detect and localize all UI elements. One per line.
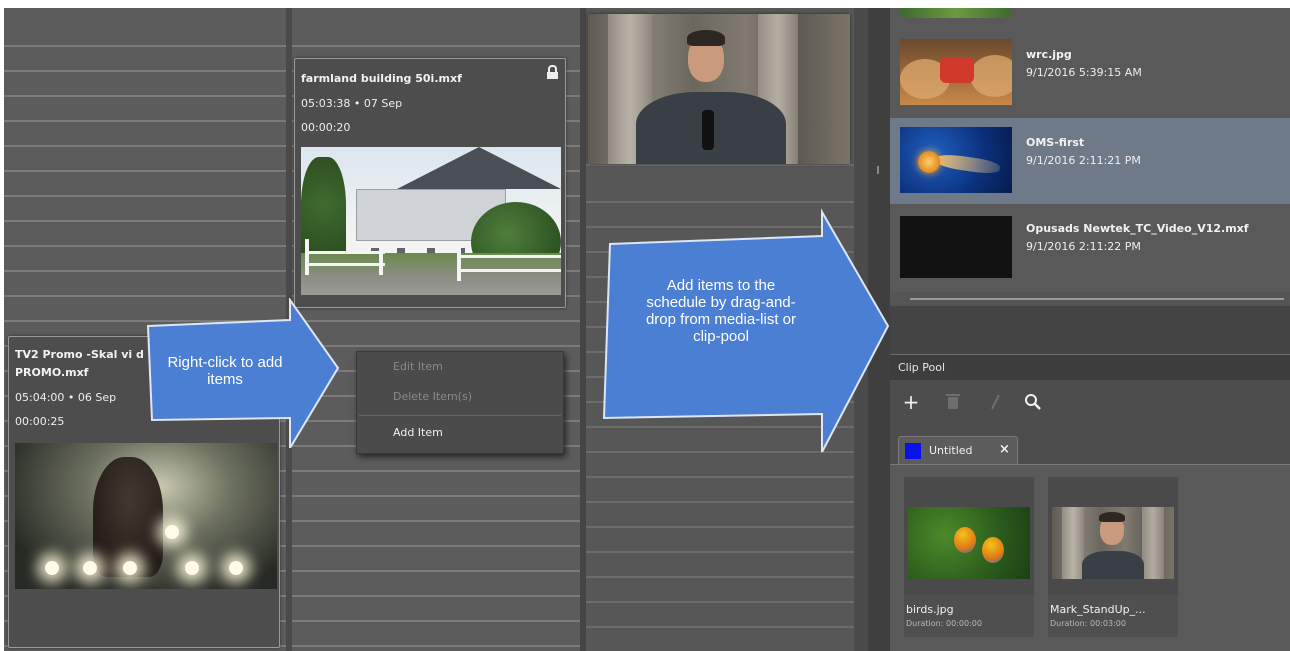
clip-duration: Duration: 00:03:00 [1050, 619, 1126, 628]
clip-thumbnail-frame [1048, 477, 1178, 595]
media-list-scrollbar[interactable] [890, 292, 1290, 306]
clip-name: birds.jpg [906, 603, 954, 616]
clip-thumbnail [908, 507, 1030, 579]
context-menu: Edit Item Delete Item(s) Add Item [356, 351, 564, 454]
farmland-thumbnail [301, 147, 561, 295]
tab-color-swatch [905, 443, 921, 459]
media-thumbnail [900, 127, 1012, 193]
tv2-thumbnail [15, 443, 277, 589]
close-icon[interactable]: × [999, 442, 1010, 457]
media-list: wrc.jpg 9/1/2016 5:39:15 AM OMS-first 9/… [890, 8, 1290, 300]
schedule-clip-farmland[interactable]: farmland building 50i.mxf 05:03:38 • 07 … [294, 58, 566, 308]
clip-pool-item[interactable]: birds.jpg Duration: 00:00:00 [904, 477, 1034, 637]
clip-pool-header: Clip Pool [890, 354, 1290, 380]
callout-text-right-click: Right-click to add items [167, 354, 283, 388]
media-thumbnail [900, 39, 1012, 105]
clip-thumbnail [1052, 507, 1174, 579]
clip-thumbnail-frame [904, 477, 1034, 595]
menu-item-edit-item[interactable]: Edit Item [357, 352, 563, 382]
scrollbar-thumb[interactable] [910, 298, 1284, 300]
schedule-clip-presenter[interactable] [588, 14, 850, 164]
clip-duration: 00:00:20 [301, 121, 351, 134]
media-name: OMS-first [1026, 136, 1085, 149]
clip-time: 05:04:00 • 06 Sep [15, 391, 117, 404]
clip-duration: 00:00:25 [15, 415, 65, 428]
clip-pool-body: birds.jpg Duration: 00:00:00 Mark_StandU… [890, 464, 1290, 651]
clip-title-line2: PROMO.mxf [15, 366, 89, 379]
pencil-icon[interactable] [984, 390, 1006, 414]
tab-untitled[interactable]: Untitled × [898, 436, 1018, 464]
presenter-thumbnail [588, 14, 850, 164]
clip-duration: Duration: 00:00:00 [906, 619, 982, 628]
media-list-item[interactable]: Opusads Newtek_TC_Video_V12.mxf 9/1/2016… [890, 204, 1290, 290]
media-thumbnail-partial [900, 8, 1012, 18]
media-thumbnail [900, 216, 1012, 278]
plus-icon[interactable]: + [900, 390, 922, 414]
search-icon[interactable] [1022, 390, 1044, 414]
lock-icon[interactable] [547, 65, 558, 79]
media-list-item-selected[interactable]: OMS-first 9/1/2016 2:11:21 PM [890, 118, 1290, 204]
media-date: 9/1/2016 2:11:22 PM [1026, 240, 1141, 253]
media-date: 9/1/2016 5:39:15 AM [1026, 66, 1142, 79]
menu-item-add-item[interactable]: Add Item [357, 418, 563, 448]
clip-name: Mark_StandUp_... [1050, 603, 1146, 616]
clip-pool-panel: Clip Pool + Untitled × birds.jpg Duratio… [890, 354, 1290, 651]
clip-pool-toolbar: + [890, 380, 1290, 434]
menu-separator [359, 415, 561, 416]
tab-label: Untitled [929, 444, 973, 457]
media-date: 9/1/2016 2:11:21 PM [1026, 154, 1141, 167]
clip-pool-title: Clip Pool [898, 361, 946, 374]
clip-time: 05:03:38 • 07 Sep [301, 97, 403, 110]
menu-item-delete-items[interactable]: Delete Item(s) [357, 382, 563, 412]
media-list-item[interactable]: wrc.jpg 9/1/2016 5:39:15 AM [890, 30, 1290, 116]
media-name: wrc.jpg [1026, 48, 1072, 61]
clip-title: farmland building 50i.mxf [301, 72, 462, 85]
app-frame: farmland building 50i.mxf 05:03:38 • 07 … [4, 8, 1290, 651]
callout-text-drag-drop: Add items to the schedule by drag-and-dr… [645, 277, 797, 345]
empty-panel-area [890, 306, 1290, 354]
clip-pool-item[interactable]: Mark_StandUp_... Duration: 00:03:00 [1048, 477, 1178, 637]
media-name: Opusads Newtek_TC_Video_V12.mxf [1026, 222, 1249, 235]
clip-title-line1: TV2 Promo -Skal vi d [15, 348, 144, 361]
trash-icon[interactable] [942, 390, 964, 414]
